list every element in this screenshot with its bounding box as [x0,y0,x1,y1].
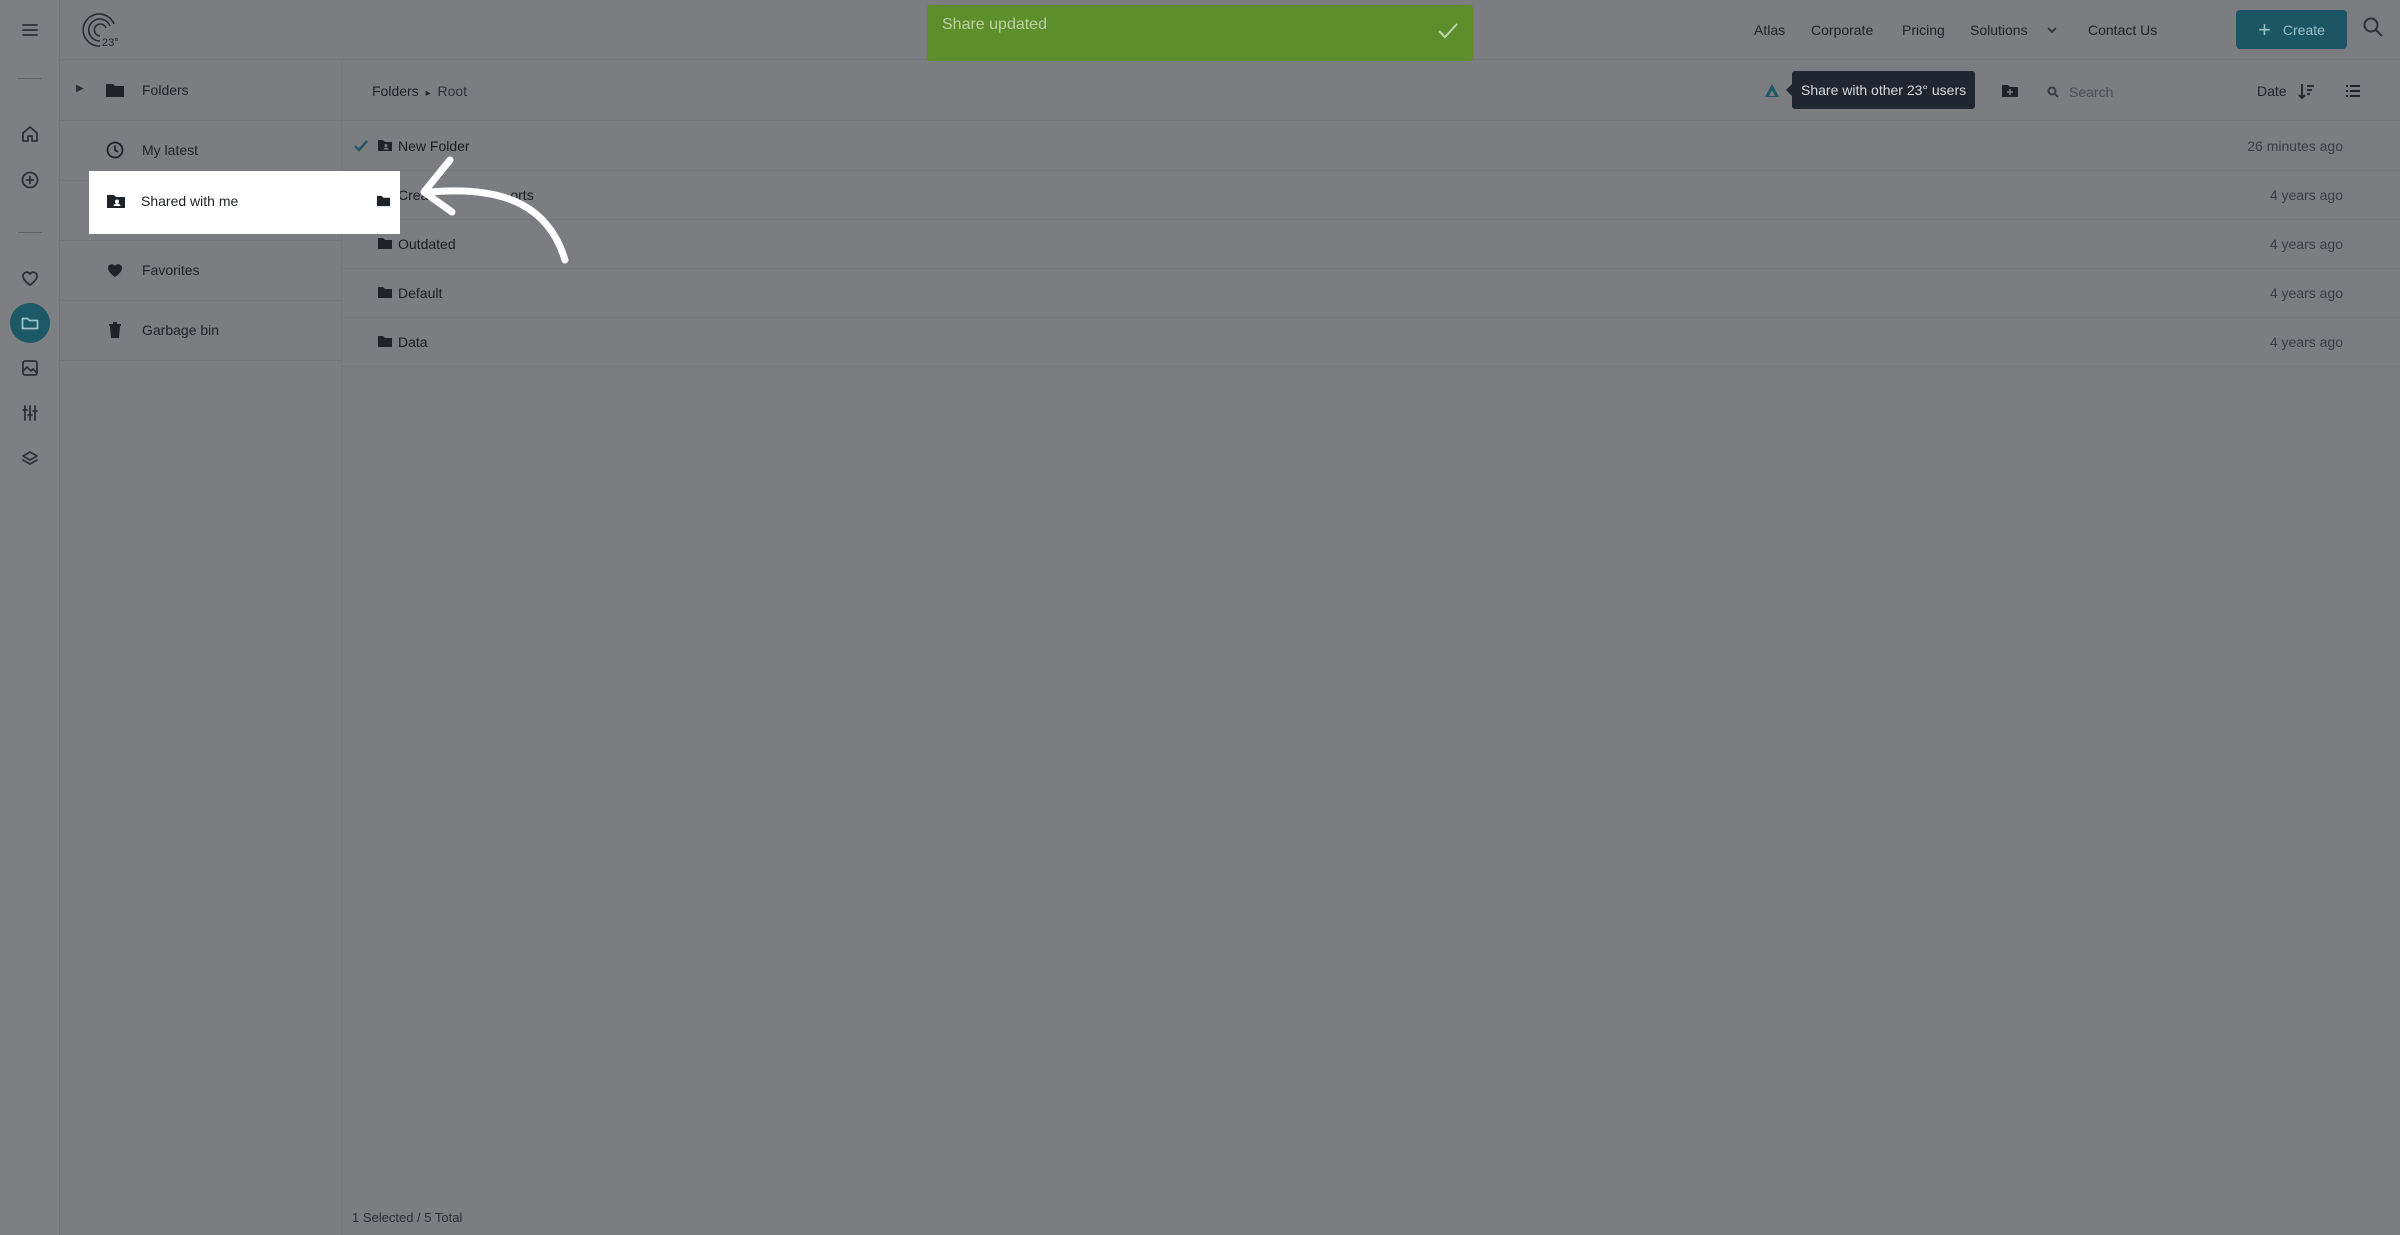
rail-divider [18,232,42,233]
breadcrumb-folders[interactable]: Folders [372,83,419,99]
toast-notification: Share updated [927,5,1473,61]
favorites-heart-icon[interactable] [14,262,46,294]
new-folder-icon[interactable] [1999,80,2021,102]
panel-item-garbage-bin[interactable]: Garbage bin [60,301,342,361]
panel-item-favorites[interactable]: Favorites [60,241,342,301]
search-icon[interactable] [2362,16,2388,42]
folder-icon[interactable] [10,303,50,343]
file-list-area: Folders ▸ Root Share with other 23° user… [342,61,2400,1235]
breadcrumb-root[interactable]: Root [438,83,468,99]
clock-icon [105,140,127,162]
panel-item-label: Favorites [142,262,200,278]
shared-folder-icon [106,191,126,216]
file-date: 4 years ago [2269,187,2343,203]
file-date: 4 years ago [2269,236,2343,252]
menu-icon[interactable] [14,14,46,46]
expand-caret-icon[interactable]: ▶ [76,83,84,94]
tutorial-arrow [400,150,590,270]
nav-contact-us[interactable]: Contact Us [2088,0,2157,60]
search-icon [2047,86,2059,98]
sort-order-icon[interactable] [2295,80,2317,102]
nav-atlas[interactable]: Atlas [1754,0,1785,60]
left-rail [0,0,60,1235]
panel-item-shared-with-me[interactable]: Shared with me [89,171,400,234]
file-row[interactable]: Outdated 4 years ago [342,220,2400,269]
file-row[interactable]: Data 4 years ago [342,318,2400,367]
search-input[interactable]: Search [2047,79,2217,105]
layers-icon[interactable] [14,443,46,475]
panel-item-label: Shared with me [141,193,239,209]
create-button[interactable]: + Create [2236,10,2347,49]
selection-status: 1 Selected / 5 Total [352,1210,463,1225]
chevron-down-icon [2047,27,2057,34]
search-placeholder: Search [2069,84,2114,100]
atlas-share-icon[interactable] [1761,80,1783,102]
logo[interactable]: 23° [80,10,124,50]
share-tooltip: Share with other 23° users [1785,71,1976,109]
file-date: 4 years ago [2269,285,2343,301]
toast-message: Share updated [942,16,1047,33]
shared-folder-icon [377,137,395,155]
check-icon[interactable] [354,139,368,153]
folder-panel: ▶ Folders My latest Favorites Garbage bi… [60,61,342,1235]
nav-corporate[interactable]: Corporate [1811,0,1873,60]
trash-icon [105,320,127,342]
home-icon[interactable] [14,118,46,150]
logo-text: 23° [102,37,119,49]
nav-solutions[interactable]: Solutions [1970,0,2058,60]
file-name[interactable]: Data [398,334,428,350]
image-icon[interactable] [14,352,46,384]
folder-icon [377,333,395,351]
tooltip-text: Share with other 23° users [1801,82,1967,98]
sliders-icon[interactable] [14,397,46,429]
panel-item-label: Garbage bin [142,322,220,338]
panel-item-folders[interactable]: ▶ Folders [60,61,342,121]
file-date: 4 years ago [2269,334,2343,350]
folder-icon [377,235,395,253]
check-icon[interactable] [1437,21,1459,41]
add-circle-icon[interactable] [14,164,46,196]
breadcrumb: Folders ▸ Root [372,83,467,99]
heart-solid-icon [105,260,127,282]
list-toolbar: Folders ▸ Root Share with other 23° user… [342,61,2400,121]
row-icon-peek [376,193,391,213]
file-row[interactable]: Default 4 years ago [342,269,2400,318]
panel-item-label: My latest [142,142,199,158]
folder-solid-icon [105,80,127,102]
panel-item-label: Folders [142,82,189,98]
file-row[interactable]: New Folder 26 minutes ago [342,122,2400,171]
file-name[interactable]: Default [398,285,442,301]
plus-icon: + [2258,16,2271,42]
breadcrumb-separator: ▸ [425,88,431,99]
file-date: 26 minutes ago [2247,138,2343,154]
create-button-label: Create [2282,21,2325,38]
rail-divider [18,78,42,79]
list-view-icon[interactable] [2342,80,2364,102]
file-row[interactable]: Crea orts 4 years ago [342,171,2400,220]
nav-pricing[interactable]: Pricing [1902,0,1945,60]
folder-icon [377,284,395,302]
sort-label[interactable]: Date [2257,83,2287,99]
